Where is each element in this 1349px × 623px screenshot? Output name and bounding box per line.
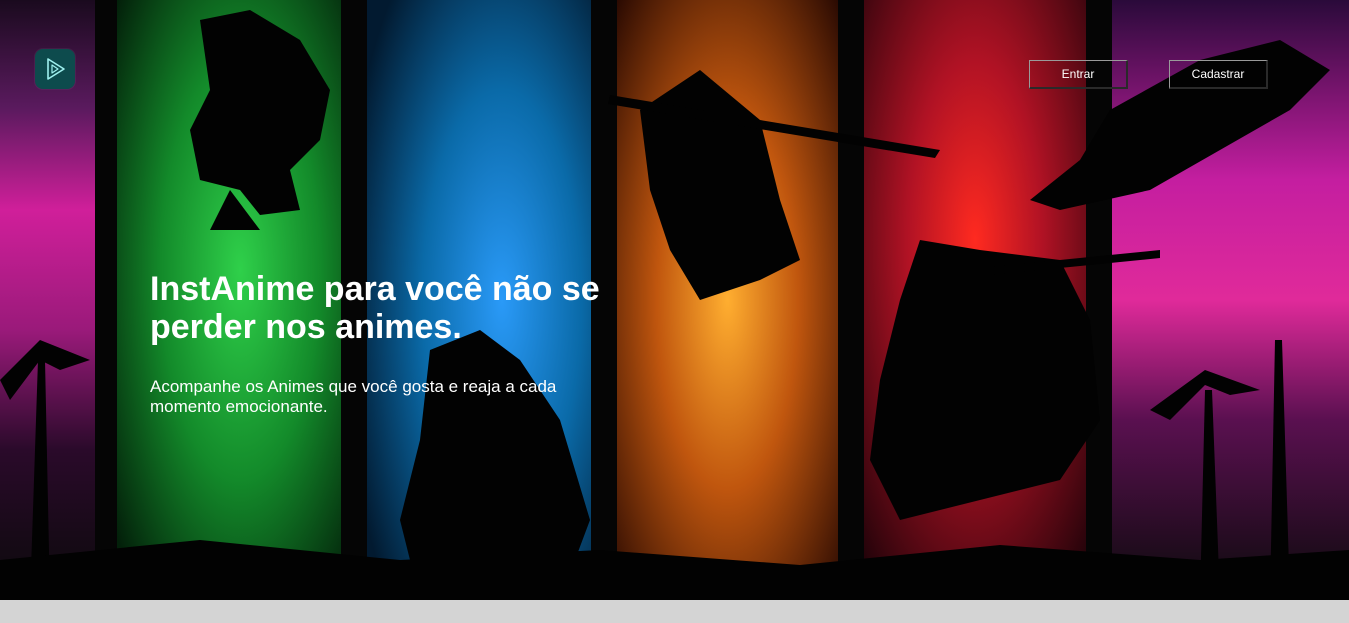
login-button[interactable]: Entrar [1029,60,1128,89]
play-triangle-icon [47,58,65,80]
hero-headline: InstAnime para você não se perder nos an… [150,270,600,346]
footer-strip [0,600,1349,623]
app-logo[interactable] [35,49,75,89]
hero-section: Entrar Cadastrar InstAnime para você não… [0,0,1349,600]
signup-button[interactable]: Cadastrar [1169,60,1268,89]
hero-subtext: Acompanhe os Animes que você gosta e rea… [150,377,557,416]
